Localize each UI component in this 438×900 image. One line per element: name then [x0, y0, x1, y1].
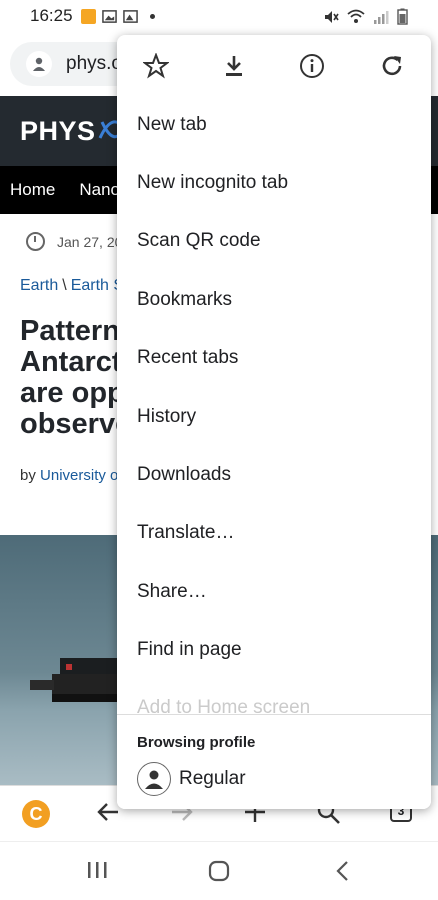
status-bar: 16:25: [0, 0, 438, 32]
menu-icon-row: [117, 35, 431, 95]
extension-c-icon[interactable]: C: [22, 800, 50, 828]
breadcrumb-separator: \: [62, 277, 67, 294]
battery-icon: [397, 8, 408, 25]
browsing-profile-heading: Browsing profile: [137, 734, 256, 751]
android-nav-bar: [0, 841, 438, 900]
overflow-menu: New tab New incognito tab Scan QR code B…: [117, 35, 431, 809]
menu-item-new-incognito-tab[interactable]: New incognito tab: [137, 172, 288, 194]
menu-item-downloads[interactable]: Downloads: [137, 464, 231, 486]
profile-name: Regular: [179, 768, 246, 789]
byline-prefix: by: [20, 467, 41, 484]
profile-avatar-icon: [137, 762, 171, 796]
info-icon[interactable]: [299, 53, 325, 79]
wifi-icon: [347, 9, 365, 23]
menu-item-bookmarks[interactable]: Bookmarks: [137, 289, 232, 311]
image-notification-icon: [122, 9, 138, 23]
site-logo[interactable]: PHYS: [20, 116, 96, 147]
menu-item-translate[interactable]: Translate…: [137, 522, 235, 544]
mute-icon: [325, 10, 339, 23]
more-notifications-dot: [149, 13, 155, 19]
snow-vehicle-image: [30, 658, 126, 702]
menu-item-history[interactable]: History: [137, 406, 196, 428]
download-icon[interactable]: [221, 53, 247, 79]
bookmark-star-icon[interactable]: [143, 53, 169, 79]
status-time: 16:25: [30, 6, 73, 25]
breadcrumb-earth[interactable]: Earth: [20, 277, 58, 294]
notification-icon: [80, 8, 96, 24]
home-button-icon[interactable]: [208, 860, 230, 882]
site-info-icon[interactable]: [26, 51, 52, 77]
gallery-icon: [101, 9, 117, 23]
menu-item-recent-tabs[interactable]: Recent tabs: [137, 347, 238, 369]
profile-row[interactable]: Regular: [137, 762, 246, 796]
signal-icon: [374, 10, 389, 24]
recent-apps-icon[interactable]: [86, 860, 108, 880]
menu-item-find-in-page[interactable]: Find in page: [137, 639, 242, 661]
reload-icon[interactable]: [379, 53, 405, 79]
byline-author-link[interactable]: University of: [40, 467, 123, 484]
byline: by University of: [20, 467, 123, 484]
nav-home[interactable]: Home: [10, 180, 55, 200]
back-chevron-icon[interactable]: [335, 860, 349, 882]
menu-item-share[interactable]: Share…: [137, 581, 207, 603]
menu-item-scan-qr-code[interactable]: Scan QR code: [137, 230, 261, 252]
menu-item-new-tab[interactable]: New tab: [137, 114, 207, 136]
clock-icon: [26, 232, 45, 251]
